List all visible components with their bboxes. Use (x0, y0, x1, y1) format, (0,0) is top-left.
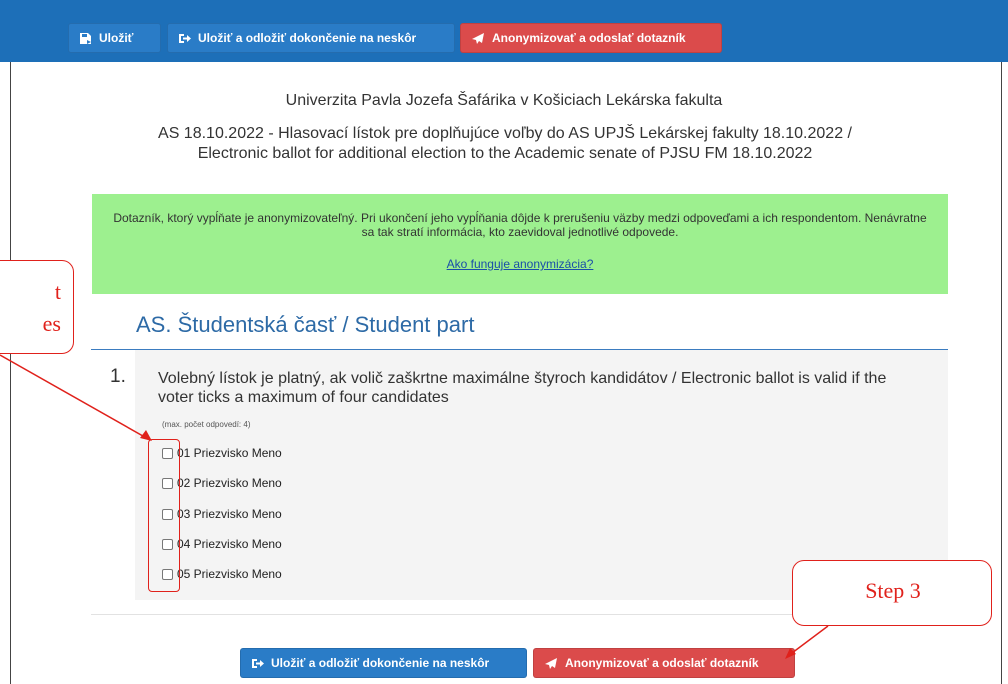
send-icon (472, 32, 484, 44)
left-callout-arrow (0, 354, 151, 441)
callout-left-line2: es (42, 311, 61, 336)
candidate-label: 04 Priezvisko Meno (177, 537, 282, 551)
candidate-label: 03 Priezvisko Meno (177, 507, 282, 521)
save-button-label: Uložiť (99, 31, 134, 45)
checkbox-highlight (148, 439, 180, 592)
notice-text: Dotazník, ktorý vypĺňate je anonymizovat… (113, 211, 927, 239)
question-number: 1. (110, 366, 126, 387)
survey-title-line2: Electronic ballot for additional electio… (197, 145, 813, 162)
save-button[interactable]: Uložiť (68, 23, 161, 53)
save-later-button[interactable]: Uložiť a odložiť dokončenie na neskôr (167, 23, 455, 53)
page-frame-left (10, 62, 11, 684)
candidate-label: 01 Priezvisko Meno (177, 446, 282, 460)
page-frame-right (1001, 62, 1002, 684)
section-title: AS. Študentská časť / Student part (136, 312, 475, 337)
bottom-anonymize-send-label: Anonymizovať a odoslať dotazník (565, 656, 759, 670)
callout-left-line1: t (54, 279, 61, 304)
anonymization-notice: Dotazník, ktorý vypĺňate je anonymizovat… (92, 194, 948, 294)
anonymization-info-link[interactable]: Ako funguje anonymizácia? (92, 257, 948, 271)
sign-out-icon (179, 33, 191, 43)
bottom-save-later-button[interactable]: Uložiť a odložiť dokončenie na neskôr (240, 648, 527, 678)
candidate-label: 02 Priezvisko Meno (177, 476, 282, 490)
bottom-save-later-label: Uložiť a odložiť dokončenie na neskôr (271, 656, 490, 670)
question-text: Volebný lístok je platný, ak volič zaškr… (158, 370, 887, 406)
save-icon (80, 32, 91, 44)
sign-out-icon (252, 658, 264, 668)
max-answers-note: (max. počet odpovedí: 4) (162, 420, 251, 429)
anonymize-send-button-label: Anonymizovať a odoslať dotazník (492, 31, 686, 45)
send-icon (545, 657, 557, 669)
candidate-label: 05 Priezvisko Meno (177, 567, 282, 581)
save-later-button-label: Uložiť a odložiť dokončenie na neskôr (198, 31, 417, 45)
step-callout-left: t es (0, 260, 74, 354)
top-toolbar: Uložiť Uložiť a odložiť dokončenie na ne… (0, 0, 1008, 62)
anonymize-send-button[interactable]: Anonymizovať a odoslať dotazník (460, 23, 722, 53)
bottom-anonymize-send-button[interactable]: Anonymizovať a odoslať dotazník (533, 648, 795, 678)
callout-right-text: Step 3 (865, 578, 921, 603)
university-name: Univerzita Pavla Jozefa Šafárika v Košic… (285, 92, 723, 109)
survey-title: AS 18.10.2022 - Hlasovací lístok pre dop… (80, 124, 930, 164)
survey-title-line1: AS 18.10.2022 - Hlasovací lístok pre dop… (158, 125, 852, 142)
step-3-callout: Step 3 (792, 560, 992, 626)
